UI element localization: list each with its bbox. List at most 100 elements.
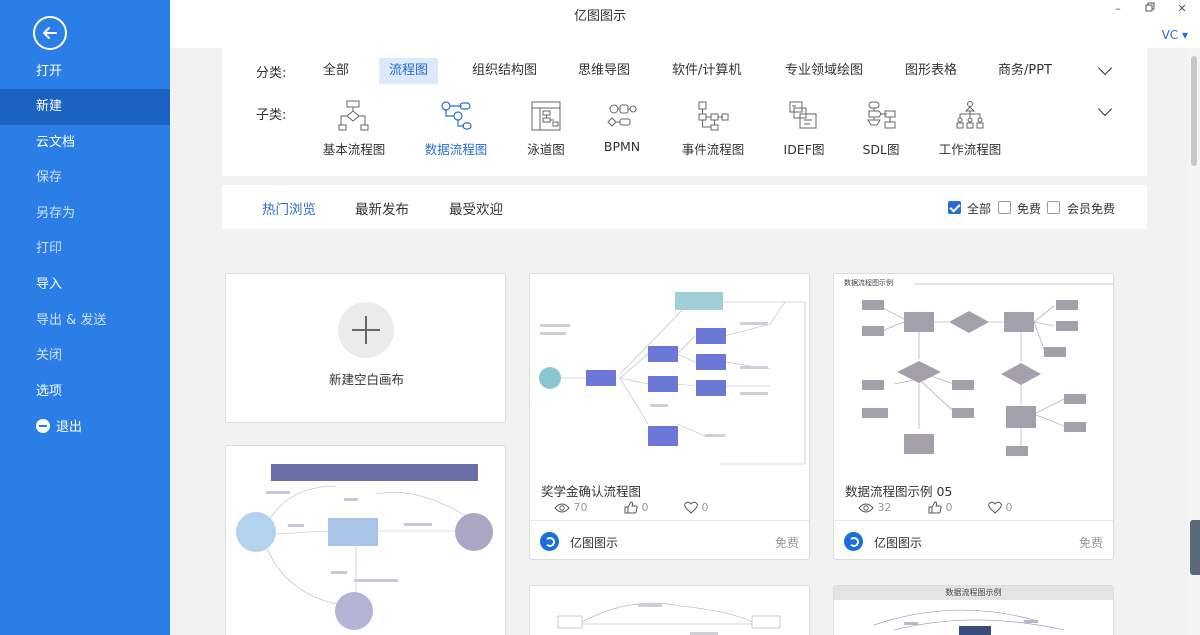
heart-icon[interactable]	[988, 501, 1002, 514]
subcategory-label: SDL图	[862, 142, 900, 157]
window-title: 亿图图示	[573, 9, 626, 24]
category-professional[interactable]: 专业领域绘图	[775, 58, 873, 84]
category-all[interactable]: 全部	[313, 58, 359, 84]
category-expand-chevron-icon[interactable]	[1097, 60, 1113, 76]
workflow-icon	[956, 101, 984, 129]
template-thumbnail	[873, 609, 1065, 635]
filter-member-free-label: 会员免费	[1067, 202, 1116, 216]
template-title: 奖学金确认流程图	[541, 484, 642, 499]
subcategory-sdl[interactable]: SDL图	[836, 100, 926, 158]
subcategory-label: 事件流程图	[681, 142, 745, 157]
backstage-sidebar: 打开 新建 云文档 保存 另存为 打印 导入 导出 & 发送 关闭 选项 退出	[0, 0, 170, 635]
views-count: 32	[877, 501, 892, 514]
sidebar-item-close[interactable]: 关闭	[0, 338, 170, 374]
category-flowchart[interactable]: 流程图	[379, 58, 439, 84]
subcategory-label: 数据流程图	[424, 142, 488, 157]
subcategory-event-flow[interactable]: 事件流程图	[668, 100, 758, 158]
filter-all-checkbox[interactable]	[948, 201, 961, 214]
subcategory-basic-flowchart[interactable]: 基本流程图	[309, 100, 399, 158]
close-window-icon[interactable]: ✕	[1174, 2, 1190, 15]
user-account-menu[interactable]: VC ▾	[1162, 28, 1188, 42]
thumbnail-title: 数据流程图示例	[834, 586, 1113, 600]
category-software[interactable]: 软件/计算机	[662, 58, 751, 84]
sidebar-item-save[interactable]: 保存	[0, 160, 170, 196]
minimize-icon[interactable]: –	[1110, 2, 1126, 15]
exit-label: 退出	[56, 420, 83, 435]
sort-tabs-panel: 热门浏览 最新发布 最受欢迎 全部 免费 会员免费	[222, 185, 1147, 229]
sidebar-item-print[interactable]: 打印	[0, 231, 170, 267]
thumbs-up-icon[interactable]	[624, 501, 638, 514]
template-footer: 亿图图示 免费	[834, 520, 1113, 559]
template-card[interactable]: 数据流程图示例	[833, 585, 1114, 635]
sidebar-item-options[interactable]: 选项	[0, 374, 170, 410]
scrollbar-thumb[interactable]	[1191, 56, 1197, 166]
subcategory-workflow[interactable]: 工作流程图	[925, 100, 1015, 158]
subcategory-row-label: 子类:	[256, 108, 287, 123]
restore-icon[interactable]	[1142, 2, 1158, 15]
swimlane-icon	[531, 101, 561, 131]
heart-icon[interactable]	[684, 501, 698, 514]
subcategory-label: BPMN	[603, 139, 641, 154]
basic-flowchart-icon	[338, 100, 369, 131]
subcategory-label: 工作流程图	[938, 142, 1002, 157]
subcategory-expand-chevron-icon[interactable]	[1097, 101, 1113, 117]
template-thumbnail: 数据流程图示例	[844, 278, 1113, 456]
sidebar-item-export-send[interactable]: 导出 & 发送	[0, 303, 170, 339]
likes-count: 0	[945, 501, 953, 514]
category-mind-map[interactable]: 思维导图	[568, 58, 640, 84]
floating-side-widget[interactable]	[1190, 520, 1200, 575]
edraw-logo-icon	[844, 532, 863, 551]
favorites-count: 0	[701, 501, 709, 514]
likes-count: 0	[641, 501, 649, 514]
template-thumbnail	[557, 602, 781, 635]
views-count: 70	[573, 501, 588, 514]
category-business-ppt[interactable]: 商务/PPT	[988, 58, 1062, 84]
back-button[interactable]	[33, 16, 67, 50]
template-price: 免费	[774, 536, 799, 550]
bpmn-icon	[607, 104, 637, 127]
tab-most-popular[interactable]: 最受欢迎	[449, 198, 503, 218]
template-card[interactable]: 数据流程图示例 数据流程图示例 05 32 0 0 亿图图示 免费	[833, 273, 1114, 560]
subcategory-bpmn[interactable]: BPMN	[577, 100, 667, 154]
new-blank-canvas-card[interactable]: 新建空白画布	[225, 273, 506, 423]
category-panel: 分类: 全部 流程图 组织结构图 思维导图 软件/计算机 专业领域绘图 图形表格…	[222, 48, 1147, 176]
filter-all-label: 全部	[967, 202, 992, 216]
sidebar-item-new[interactable]: 新建	[0, 89, 170, 125]
sidebar-item-exit[interactable]: 退出	[0, 410, 170, 446]
arrow-left-icon	[43, 27, 57, 39]
template-card[interactable]	[529, 585, 810, 635]
template-title: 数据流程图示例 05	[845, 484, 953, 499]
idef-icon	[789, 101, 817, 129]
event-flow-icon	[698, 101, 729, 131]
category-row-label: 分类:	[256, 66, 287, 81]
template-author: 亿图图示	[570, 536, 619, 550]
subcategory-data-flow[interactable]: 数据流程图	[411, 100, 501, 158]
thumbnail-title: 数据流程图示例	[844, 278, 893, 287]
filter-free-label: 免费	[1017, 202, 1042, 216]
sidebar-item-import[interactable]: 导入	[0, 267, 170, 303]
tab-hot[interactable]: 热门浏览	[262, 198, 316, 218]
new-blank-canvas-label: 新建空白画布	[328, 372, 404, 387]
sidebar-item-save-as[interactable]: 另存为	[0, 196, 170, 232]
sidebar-item-open[interactable]: 打开	[0, 54, 170, 90]
category-graphic-tables[interactable]: 图形表格	[895, 58, 967, 84]
subcategory-label: 基本流程图	[322, 142, 386, 157]
template-thumbnail	[236, 464, 493, 630]
filter-free-checkbox[interactable]	[998, 201, 1011, 214]
template-thumbnail	[539, 292, 806, 465]
template-footer: 亿图图示 免费	[530, 520, 809, 559]
exit-icon	[36, 419, 50, 433]
template-card[interactable]: 奖学金确认流程图 70 0 0 亿图图示 免费	[529, 273, 810, 560]
filter-member-free-checkbox[interactable]	[1047, 201, 1060, 214]
tab-newest[interactable]: 最新发布	[355, 198, 409, 218]
data-flow-icon	[441, 101, 472, 130]
eye-icon	[554, 503, 570, 513]
category-org-chart[interactable]: 组织结构图	[462, 58, 547, 84]
sidebar-item-cloud-docs[interactable]: 云文档	[0, 125, 170, 161]
edraw-logo-icon	[540, 532, 559, 551]
template-author: 亿图图示	[874, 536, 923, 550]
thumbs-up-icon[interactable]	[928, 501, 942, 514]
template-card[interactable]	[225, 445, 506, 635]
eye-icon	[858, 503, 874, 513]
plus-icon	[338, 302, 394, 358]
